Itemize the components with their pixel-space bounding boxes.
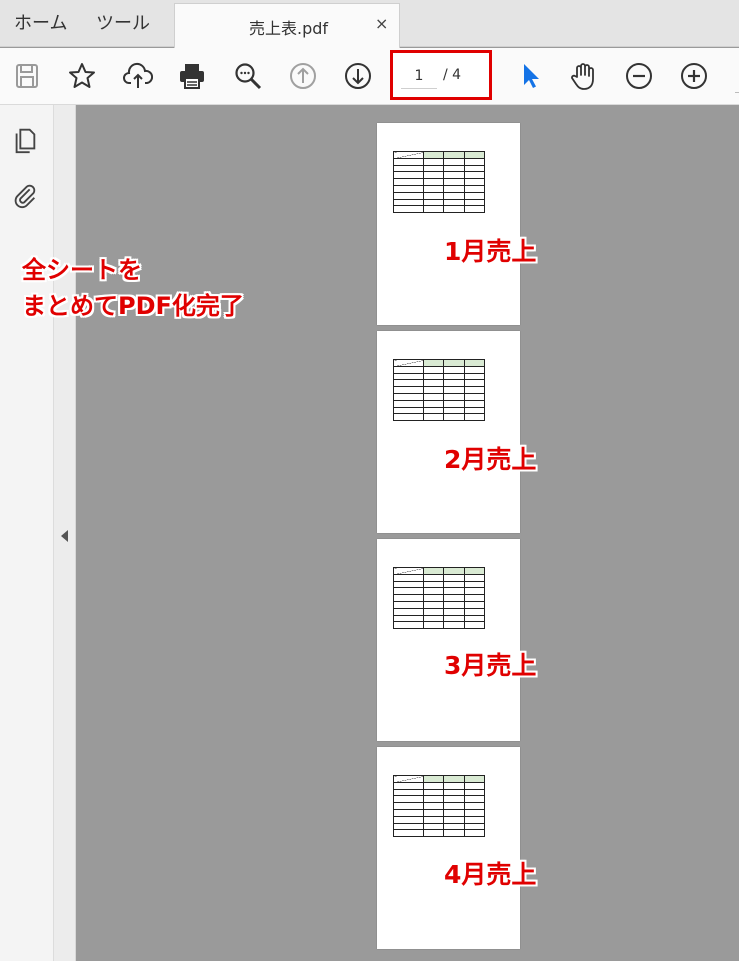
page-sales-table <box>393 359 486 422</box>
pdf-page-2[interactable] <box>377 331 520 533</box>
page-up-icon[interactable] <box>286 59 320 93</box>
pdf-page-1[interactable] <box>377 123 520 325</box>
save-icon[interactable] <box>10 59 44 93</box>
select-cursor-icon[interactable] <box>513 59 547 93</box>
page-number-box: / 4 <box>390 50 492 100</box>
cloud-upload-icon[interactable] <box>121 59 155 93</box>
hand-tool-icon[interactable] <box>567 59 601 93</box>
close-icon[interactable]: × <box>375 14 388 33</box>
pdf-page-4[interactable] <box>377 747 520 949</box>
page-label-1: 1月売上 <box>444 237 537 266</box>
toolbar-divider <box>735 92 739 93</box>
left-nav-pane <box>0 105 54 961</box>
page-thumbnails-icon[interactable] <box>10 125 40 155</box>
toolbar: / 4 <box>0 48 739 105</box>
tab-tools[interactable]: ツール <box>96 0 150 47</box>
pdf-page-3[interactable] <box>377 539 520 741</box>
tab-home[interactable]: ホーム <box>14 0 67 47</box>
tab-bar: ホーム ツール 売上表.pdf × <box>0 0 739 48</box>
tab-document-title: 売上表.pdf <box>249 19 329 38</box>
zoom-out-icon[interactable] <box>622 59 656 93</box>
print-icon[interactable] <box>175 59 209 93</box>
zoom-search-icon[interactable] <box>231 59 265 93</box>
zoom-in-icon[interactable] <box>677 59 711 93</box>
current-page-input[interactable] <box>401 63 437 89</box>
page-label-4: 4月売上 <box>444 860 537 889</box>
page-label-3: 3月売上 <box>444 651 537 680</box>
page-sales-table <box>393 567 486 630</box>
annotation-callout: 全シートを まとめてPDF化完了 <box>22 252 244 324</box>
annotation-line-1: 全シートを <box>22 256 142 284</box>
page-down-icon[interactable] <box>341 59 375 93</box>
collapse-arrow-icon[interactable] <box>61 530 68 542</box>
page-sales-table <box>393 775 486 838</box>
total-pages: / 4 <box>443 67 462 83</box>
page-sales-table <box>393 151 486 214</box>
tab-document[interactable]: 売上表.pdf × <box>174 3 400 48</box>
page-label-2: 2月売上 <box>444 445 537 474</box>
attachments-icon[interactable] <box>10 180 40 210</box>
bookmark-star-icon[interactable] <box>65 59 99 93</box>
annotation-line-2: まとめてPDF化完了 <box>22 292 244 320</box>
